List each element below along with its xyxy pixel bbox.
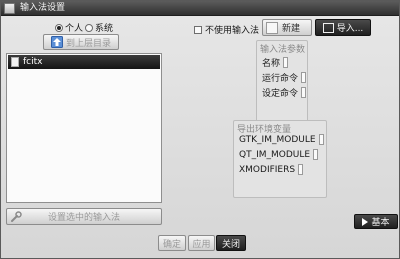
env-xmodifiers-label: XMODIFIERS	[239, 164, 296, 175]
new-document-icon	[266, 21, 278, 34]
env-gtk-label: GTK_IM_MODULE	[239, 134, 316, 145]
wrench-icon	[11, 211, 22, 222]
param-name-label: 名称	[262, 59, 281, 69]
im-params-title: 输入法参数	[260, 45, 306, 55]
radio-system-indicator[interactable]	[85, 23, 93, 32]
im-params-group: 输入法参数 名称 运行命令 设定命令	[256, 40, 308, 126]
param-run-command-field[interactable]	[301, 72, 307, 83]
input-method-list[interactable]: fcitx	[6, 53, 162, 203]
env-row-qt: QT_IM_MODULE	[239, 149, 319, 160]
env-xmodifiers-field[interactable]	[298, 164, 304, 175]
set-selected-im-label: 设置选中的输入法	[47, 213, 120, 223]
apply-button[interactable]: 应用	[188, 235, 215, 251]
document-icon	[11, 57, 19, 67]
ok-button-label: 确定	[162, 239, 181, 250]
param-row-run-command: 运行命令	[262, 71, 307, 84]
radio-personal[interactable]: 个人	[55, 21, 83, 34]
param-name-field[interactable]	[283, 57, 289, 68]
disable-im-checkbox-box[interactable]	[194, 25, 202, 34]
disable-im-checkbox[interactable]: 不使用输入法	[194, 23, 259, 36]
disable-im-checkbox-label: 不使用输入法	[205, 26, 260, 36]
param-run-command-label: 运行命令	[262, 74, 299, 84]
up-directory-button[interactable]: 到上层目录	[43, 34, 119, 50]
app-icon	[4, 3, 15, 14]
env-row-gtk: GTK_IM_MODULE	[239, 134, 324, 145]
up-directory-label: 到上层目录	[65, 38, 111, 49]
radio-system[interactable]: 系统	[85, 21, 113, 34]
list-item[interactable]: fcitx	[8, 55, 160, 69]
basic-button-label: 基本	[371, 218, 390, 228]
param-row-setup-command: 设定命令	[262, 86, 307, 99]
list-item-label: fcitx	[23, 57, 43, 67]
import-button[interactable]: 导入...	[315, 19, 371, 36]
dialog-body: 个人 系统 到上层目录 fcitx 设置选中的输入法 不使用输入法 新建 导入.…	[1, 16, 399, 258]
close-button[interactable]: 关闭	[216, 235, 246, 251]
import-icon	[322, 22, 334, 33]
arrow-right-icon	[362, 217, 369, 226]
apply-button-label: 应用	[192, 239, 211, 250]
param-row-name: 名称	[262, 56, 289, 69]
ok-button[interactable]: 确定	[158, 235, 186, 251]
radio-personal-label: 个人	[65, 24, 84, 34]
env-qt-label: QT_IM_MODULE	[239, 149, 311, 160]
close-button-label: 关闭	[221, 239, 240, 250]
settings-window: 输入法设置 个人 系统 到上层目录 fcitx 设置选中的输入法 不使用输入法 …	[0, 0, 400, 259]
window-title: 输入法设置	[20, 3, 66, 13]
param-setup-command-field[interactable]	[301, 87, 307, 98]
env-gtk-field[interactable]	[318, 134, 324, 145]
title-bar[interactable]: 输入法设置	[1, 1, 399, 16]
env-vars-group: 导出环境变量 GTK_IM_MODULE QT_IM_MODULE XMODIF…	[233, 120, 327, 198]
up-arrow-icon	[50, 36, 63, 48]
import-button-label: 导入...	[336, 24, 364, 34]
env-row-xmodifiers: XMODIFIERS	[239, 164, 304, 175]
set-selected-im-button[interactable]: 设置选中的输入法	[6, 208, 162, 225]
radio-system-label: 系统	[95, 24, 114, 34]
new-button-label: 新建	[282, 24, 301, 34]
basic-button[interactable]: 基本	[354, 214, 398, 229]
param-setup-command-label: 设定命令	[262, 89, 299, 99]
env-qt-field[interactable]	[313, 149, 319, 160]
new-button[interactable]: 新建	[262, 19, 312, 36]
radio-personal-indicator[interactable]	[55, 23, 63, 32]
